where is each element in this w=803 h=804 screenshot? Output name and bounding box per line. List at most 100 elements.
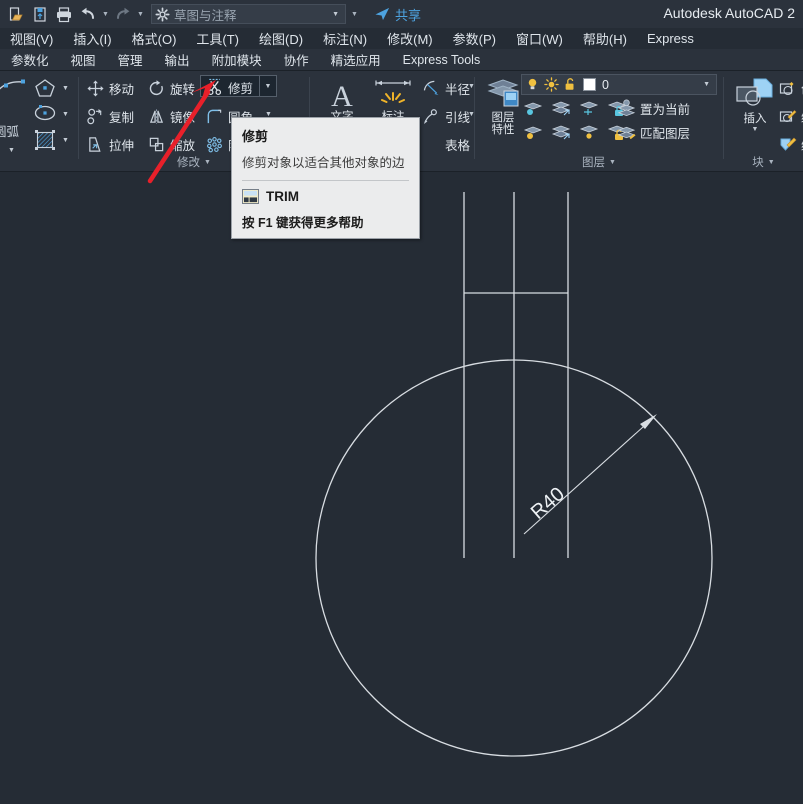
edit-block-button[interactable]: 编辑: [776, 105, 803, 127]
match-layer-icon: [617, 123, 636, 142]
tab-addins[interactable]: 附加模块: [201, 50, 273, 69]
share-button[interactable]: 共享: [374, 5, 421, 24]
undo-icon[interactable]: [77, 3, 99, 25]
tab-view[interactable]: 视图: [60, 50, 107, 69]
modify-panel-caret-icon[interactable]: ▼: [204, 159, 211, 166]
layer-off-icon[interactable]: [579, 99, 599, 117]
menu-item-modify[interactable]: 修改(M): [377, 29, 443, 48]
trim-button[interactable]: 修剪: [203, 76, 255, 98]
radius-button[interactable]: 半径: [420, 77, 472, 99]
polygon-icon[interactable]: [33, 77, 57, 104]
array-icon: [205, 135, 224, 154]
edit-attribute-button[interactable]: 编辑: [776, 133, 803, 155]
match-layer-button[interactable]: 匹配图层: [615, 121, 692, 143]
tooltip-description: 修剪对象以适合其他对象的边: [242, 156, 405, 170]
layer-thaw-all-icon[interactable]: [551, 123, 571, 141]
menu-item-express[interactable]: Express: [637, 31, 704, 46]
rotate-label: 旋转: [170, 82, 196, 97]
move-icon: [86, 79, 105, 98]
draw-arc-caret-icon[interactable]: ▼: [8, 147, 15, 154]
saveas-icon[interactable]: [29, 3, 51, 25]
redo-dropdown-caret[interactable]: ▼: [136, 4, 145, 24]
leader-icon: [422, 107, 441, 126]
layer-combobox-caret-icon[interactable]: ▼: [703, 81, 713, 88]
menu-item-insert[interactable]: 插入(I): [63, 29, 121, 48]
redo-icon[interactable]: [112, 3, 134, 25]
drawing-canvas[interactable]: R40: [0, 172, 803, 804]
application-title: Autodesk AutoCAD 2: [663, 5, 795, 21]
tab-manage[interactable]: 管理: [107, 50, 154, 69]
rotate-icon: [147, 79, 166, 98]
ribbon-panel-block: 插入 ▼ 创建: [724, 71, 803, 171]
copy-button[interactable]: 复制: [84, 105, 136, 127]
tooltip-command: TRIM: [266, 189, 299, 204]
layer-isolate-icon[interactable]: [523, 99, 543, 117]
menu-bar: 视图(V) 插入(I) 格式(O) 工具(T) 绘图(D) 标注(N) 修改(M…: [0, 28, 803, 49]
tab-output[interactable]: 输出: [154, 50, 201, 69]
block-panel-caret-icon[interactable]: ▼: [768, 159, 775, 166]
trim-dropdown-caret-icon[interactable]: ▼: [260, 75, 277, 97]
stretch-button[interactable]: 拉伸: [84, 133, 136, 155]
leader-button[interactable]: 引线: [420, 105, 472, 127]
set-current-layer-button[interactable]: 置为当前: [615, 97, 692, 119]
menu-item-tools[interactable]: 工具(T): [186, 29, 249, 48]
layer-control-combobox[interactable]: 0 ▼: [521, 74, 717, 95]
menu-item-draw[interactable]: 绘图(D): [249, 29, 313, 48]
arc-icon[interactable]: [0, 77, 28, 106]
set-current-layer-icon: [617, 99, 636, 118]
menu-item-format[interactable]: 格式(O): [122, 29, 187, 48]
layer-freeze-icon[interactable]: [551, 99, 571, 117]
ellipse-caret-icon[interactable]: ▼: [62, 111, 69, 118]
block-panel-title-bar[interactable]: 块 ▼: [724, 154, 803, 170]
tab-parametric[interactable]: 参数化: [0, 50, 60, 69]
print-icon[interactable]: [53, 3, 75, 25]
create-block-icon: [778, 79, 797, 98]
scale-button[interactable]: 缩放: [145, 133, 197, 155]
dimension-icon: [375, 80, 411, 103]
layer-tools-row-2: [523, 123, 627, 141]
autocad-window: ▼ ▼ 草图与注释 ▼ ▼ 共享 Autodesk AutoCAD 2 视图(V…: [0, 0, 803, 804]
insert-block-caret-icon[interactable]: ▼: [752, 126, 759, 133]
layer-panel-caret-icon[interactable]: ▼: [609, 159, 616, 166]
layer-panel-title: 图层: [582, 157, 606, 169]
layer-unisolate-icon[interactable]: [523, 123, 543, 141]
menu-item-view[interactable]: 视图(V): [0, 29, 63, 48]
trim-label: 修剪: [228, 81, 254, 96]
edit-block-icon: [778, 107, 797, 126]
radius-label: 半径: [445, 82, 471, 97]
mirror-button[interactable]: 镜像: [145, 105, 197, 127]
tab-express-tools[interactable]: Express Tools: [392, 53, 492, 67]
mirror-icon: [147, 107, 166, 126]
undo-dropdown-caret[interactable]: ▼: [101, 4, 110, 24]
rotate-button[interactable]: 旋转: [145, 77, 197, 99]
table-button[interactable]: 表格: [420, 133, 472, 155]
qat-overflow-caret[interactable]: ▼: [351, 11, 358, 18]
gear-icon: [155, 6, 170, 22]
open-icon[interactable]: [5, 3, 27, 25]
layer-thaw-icon: [544, 77, 559, 92]
polygon-caret-icon[interactable]: ▼: [62, 85, 69, 92]
menu-item-window[interactable]: 窗口(W): [506, 29, 573, 48]
insert-block-button[interactable]: 插入 ▼: [732, 77, 778, 133]
workspace-switcher[interactable]: 草图与注释 ▼: [151, 4, 346, 24]
menu-item-parameter[interactable]: 参数(P): [443, 29, 506, 48]
tab-collaborate[interactable]: 协作: [273, 50, 320, 69]
ellipse-icon[interactable]: [33, 103, 57, 128]
hatch-caret-icon[interactable]: ▼: [62, 137, 69, 144]
menu-item-help[interactable]: 帮助(H): [573, 29, 637, 48]
layer-properties-button[interactable]: 图层 特性: [481, 77, 525, 136]
workspace-caret-icon[interactable]: ▼: [328, 11, 343, 18]
svg-text:A: A: [331, 80, 353, 111]
cad-geometry: R40: [315, 192, 713, 757]
layer-on-all-icon[interactable]: [579, 123, 599, 141]
hatch-icon[interactable]: [34, 129, 56, 156]
tab-featured-apps[interactable]: 精选应用: [320, 50, 392, 69]
modify-panel-title: 修改: [177, 157, 201, 169]
layer-color-swatch[interactable]: [583, 78, 596, 91]
create-block-button[interactable]: 创建: [776, 77, 803, 99]
layer-panel-title-bar[interactable]: 图层 ▼: [475, 154, 723, 170]
layer-properties-label-2: 特性: [491, 124, 515, 136]
draw-panel-arc-label: 圆弧: [0, 125, 20, 139]
move-button[interactable]: 移动: [84, 77, 136, 99]
menu-item-dimension[interactable]: 标注(N): [313, 29, 377, 48]
